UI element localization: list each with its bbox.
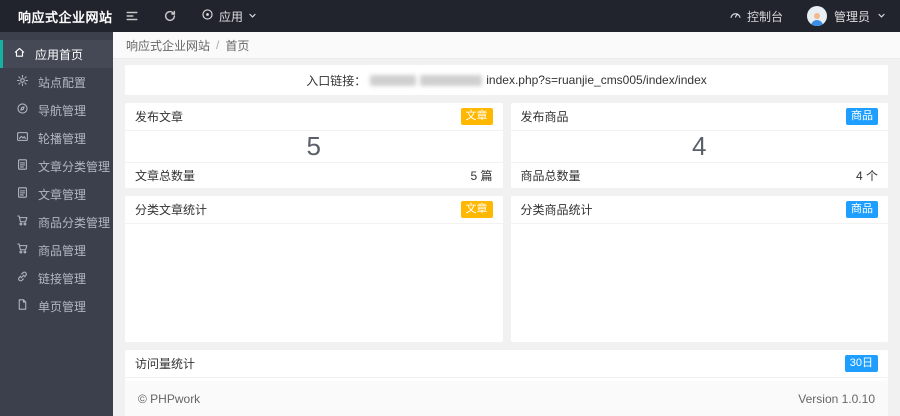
sidebar-item-label: 文章管理 <box>38 187 87 202</box>
version-text: Version 1.0.10 <box>798 391 875 406</box>
stat-footer-value: 4 个 <box>855 169 878 183</box>
cart-icon <box>16 214 29 230</box>
article-category-chart-area <box>125 224 503 342</box>
sidebar-item-label: 链接管理 <box>38 271 87 286</box>
visits-30d-badge: 30日 <box>844 355 878 372</box>
card-title: 分类文章统计 <box>135 203 208 217</box>
article-badge: 文章 <box>460 201 493 218</box>
sidebar-item-app-home[interactable]: 应用首页 <box>0 40 113 68</box>
user-menu[interactable]: 管理员 <box>797 0 900 32</box>
article-badge: 文章 <box>460 108 493 125</box>
console-label: 控制台 <box>746 9 783 24</box>
card-title: 发布商品 <box>520 110 569 124</box>
article-category-chart-card: 分类文章统计 文章 <box>125 196 503 342</box>
card-title: 分类商品统计 <box>520 203 593 217</box>
page-footer: © PHPwork Version 1.0.10 <box>125 381 888 416</box>
sidebar-item-label: 单页管理 <box>38 299 87 314</box>
document-icon <box>16 158 29 174</box>
entry-link-card: 入口链接： index.php?s=ruanjie_cms005/index/i… <box>125 65 888 95</box>
breadcrumb: 响应式企业网站 / 首页 <box>113 32 900 59</box>
goods-badge: 商品 <box>846 108 878 125</box>
sidebar-item-nav-manage[interactable]: 导航管理 <box>0 96 113 124</box>
card-title: 发布文章 <box>135 110 184 124</box>
card-title: 访问量统计 <box>135 357 196 371</box>
sidebar-item-label: 轮播管理 <box>38 131 87 146</box>
main-area: 响应式企业网站 / 首页 入口链接： index.php?s=ruanjie_c… <box>113 32 900 416</box>
breadcrumb-root[interactable]: 响应式企业网站 <box>126 37 210 54</box>
page-icon <box>16 298 29 314</box>
entry-link-url[interactable]: index.php?s=ruanjie_cms005/index/index <box>486 73 706 87</box>
goods-stat-card: 发布商品 商品 4 商品总数量 4 个 <box>510 103 888 188</box>
app-menu-label: 应用 <box>219 9 244 24</box>
breadcrumb-current: 首页 <box>225 38 250 53</box>
sidebar-item-goods-category[interactable]: 商品分类管理 <box>0 208 113 236</box>
sidebar-item-label: 商品管理 <box>38 243 87 258</box>
sidebar-item-carousel-manage[interactable]: 轮播管理 <box>0 124 113 152</box>
sidebar-item-link-manage[interactable]: 链接管理 <box>0 264 113 292</box>
cart-icon <box>16 242 29 258</box>
stat-footer-label: 商品总数量 <box>520 169 581 183</box>
admin-app: 响应式企业网站 应用 控制台 管理员 应用首页 站点配置 导航管理 轮播管理 文… <box>0 0 900 416</box>
gauge-icon <box>729 8 742 24</box>
redacted-url-segment <box>370 74 417 86</box>
refresh-icon[interactable] <box>151 0 189 32</box>
app-menu[interactable]: 应用 <box>189 0 269 32</box>
console-button[interactable]: 控制台 <box>715 0 797 32</box>
document-icon <box>16 186 29 202</box>
breadcrumb-separator: / <box>216 38 220 52</box>
compass-icon <box>16 102 29 118</box>
entry-link-label: 入口链接： <box>306 73 367 88</box>
sidebar-item-goods-manage[interactable]: 商品管理 <box>0 236 113 264</box>
sidebar-collapse-icon[interactable] <box>113 0 151 32</box>
article-count: 5 <box>306 131 321 161</box>
article-stat-card: 发布文章 文章 5 文章总数量 5 篇 <box>125 103 503 188</box>
app-grid-icon <box>201 8 214 24</box>
chevron-down-icon <box>877 9 886 23</box>
sidebar-item-site-config[interactable]: 站点配置 <box>0 68 113 96</box>
goods-badge: 商品 <box>846 201 878 218</box>
sidebar-item-label: 导航管理 <box>38 103 87 118</box>
carousel-image-icon <box>16 130 29 146</box>
redacted-url-segment <box>420 74 483 86</box>
user-name: 管理员 <box>833 9 870 24</box>
chevron-down-icon <box>248 9 257 23</box>
chart-cards-row: 分类文章统计 文章 分类商品统计 商品 <box>125 196 888 342</box>
stat-cards-row: 发布文章 文章 5 文章总数量 5 篇 发布商品 商品 4 商品总数量 4 个 <box>125 103 888 188</box>
stat-footer-label: 文章总数量 <box>135 169 196 183</box>
sidebar-item-article-manage[interactable]: 文章管理 <box>0 180 113 208</box>
avatar <box>806 6 827 26</box>
sidebar-item-label: 应用首页 <box>35 47 84 62</box>
sidebar-item-label: 商品分类管理 <box>38 215 111 230</box>
gear-icon <box>16 74 29 90</box>
content: 入口链接： index.php?s=ruanjie_cms005/index/i… <box>113 59 900 416</box>
goods-category-chart-card: 分类商品统计 商品 <box>510 196 889 342</box>
goods-category-chart-area <box>511 224 889 342</box>
visits-stat-card: 访问量统计 30日 <box>125 350 888 381</box>
sidebar-item-label: 站点配置 <box>38 75 87 90</box>
goods-count: 4 <box>692 131 707 161</box>
sidebar-item-label: 文章分类管理 <box>38 159 111 174</box>
link-icon <box>16 270 29 286</box>
sidebar: 应用首页 站点配置 导航管理 轮播管理 文章分类管理 文章管理 商品分类管理 商… <box>0 32 113 416</box>
home-icon <box>13 46 26 62</box>
stat-footer-value: 5 篇 <box>470 169 493 183</box>
top-header: 响应式企业网站 应用 控制台 管理员 <box>0 0 900 32</box>
copyright-text: © PHPwork <box>138 391 201 406</box>
sidebar-item-single-page[interactable]: 单页管理 <box>0 292 113 320</box>
app-title: 响应式企业网站 <box>18 9 113 25</box>
sidebar-item-article-category[interactable]: 文章分类管理 <box>0 152 113 180</box>
